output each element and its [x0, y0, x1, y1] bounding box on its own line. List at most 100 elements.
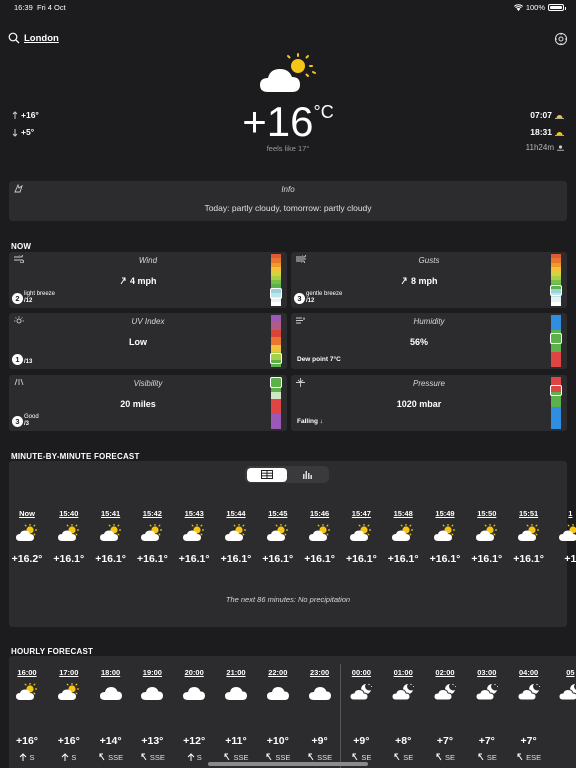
visibility-badge: 3 Good/3 [12, 414, 39, 427]
minute-time: 15:46 [310, 509, 330, 518]
hourly-temp: +7° [478, 735, 495, 747]
gusts-scale [550, 254, 562, 306]
scale-marker [550, 385, 562, 397]
scale-segment [271, 406, 281, 415]
hourly-temp: +14° [99, 735, 122, 747]
visibility-value: 20 miles [120, 399, 156, 409]
hourly-temp: +11° [225, 735, 247, 747]
partly-cloudy-day-icon [391, 523, 415, 542]
minute-column: 15:42 +16.1° [132, 509, 172, 565]
sunset-time: 18:31 [530, 127, 552, 137]
uv-card[interactable]: UV Index Low 1 /13 [9, 313, 287, 369]
gusts-beaufort-scale: /12 [306, 297, 315, 304]
view-toggle[interactable] [245, 466, 329, 483]
minute-time: 1 [568, 509, 573, 518]
minute-section-title: MINUTE-BY-MINUTE FORECAST [11, 452, 140, 461]
partly-cloudy-day-icon [475, 523, 499, 542]
minute-temp: +16.1° [262, 553, 294, 565]
partly-cloudy-day-icon [224, 523, 248, 542]
minute-temp: +16.1° [513, 553, 544, 565]
info-card[interactable]: Info Today: partly cloudy, tomorrow: par… [9, 181, 567, 221]
status-bar: 16:39 Fri 4 Oct 100% [0, 0, 576, 16]
partly-cloudy-night-icon [433, 683, 457, 701]
table-view-button[interactable] [246, 467, 287, 482]
gusts-beaufort-desc: gentle breeze [306, 291, 343, 297]
scale-segment [271, 329, 281, 338]
partly-cloudy-night-icon [517, 683, 541, 701]
hourly-column: 16:00 +16° S [9, 668, 47, 762]
hourly-time: 19:00 [142, 668, 162, 677]
location-name: London [24, 32, 59, 44]
scale-segment [551, 377, 561, 385]
minute-column: 15:48 +16.1° [383, 509, 423, 565]
scale-segment [271, 399, 281, 407]
hourly-column: 01:00 +8° SE [383, 668, 423, 762]
hourly-temp: +7° [520, 735, 537, 747]
hourly-time: 23:00 [310, 668, 330, 677]
gusts-beaufort-badge: 3 gentle breeze/12 [294, 291, 342, 304]
hourly-wind: S [174, 753, 214, 762]
wind-beaufort-badge: 2 light breeze/12 [12, 291, 55, 304]
location-search-button[interactable]: London [8, 32, 59, 44]
scale-segment [271, 421, 281, 429]
wind-direction-icon [477, 753, 485, 762]
home-indicator[interactable] [208, 762, 368, 766]
hourly-section-title: HOURLY FORECAST [11, 647, 94, 656]
battery-percent: 100% [525, 3, 545, 12]
gear-icon[interactable] [554, 32, 568, 46]
partly-cloudy-day-icon [57, 523, 81, 542]
hourly-time: 16:00 [17, 668, 37, 677]
cloud-icon [140, 683, 164, 701]
humidity-scale [550, 315, 562, 367]
minute-column: 15:45 +16.1° [258, 509, 298, 565]
partly-cloudy-day-icon [140, 523, 164, 542]
search-icon [8, 32, 20, 44]
partly-cloudy-day-icon [558, 523, 576, 542]
gusts-card[interactable]: Gusts 8 mph 3 gentle breeze/12 [291, 252, 567, 308]
humidity-card[interactable]: Humidity 56% Dew point 7°C [291, 313, 567, 369]
uv-value: Low [129, 337, 147, 347]
pressure-card[interactable]: Pressure 1020 mbar Falling ↓ [291, 375, 567, 431]
hourly-column: 04:00 +7° ESE [509, 668, 549, 762]
wind-card[interactable]: Wind 4 mph 2 light breeze/12 [9, 252, 287, 308]
scale-marker [270, 377, 282, 388]
visibility-title: Visibility [133, 379, 163, 388]
uv-index-scale: /13 [24, 358, 33, 365]
hourly-wind: SSE [300, 753, 340, 762]
gusts-direction-icon [402, 277, 407, 285]
hourly-time: 04:00 [519, 668, 539, 677]
hourly-wind-direction: S [196, 753, 202, 762]
visibility-card[interactable]: Visibility 20 miles 3 Good/3 [9, 375, 287, 431]
hourly-time: 22:00 [268, 668, 288, 677]
scale-marker [550, 333, 562, 345]
wind-direction-icon [61, 753, 69, 762]
table-icon [260, 470, 273, 479]
hourly-column: 00:00 +9° SE [341, 668, 381, 762]
thermometer-low-icon [12, 128, 18, 137]
scale-segment [551, 399, 561, 407]
hourly-time: 02:00 [435, 668, 455, 677]
gusts-beaufort-number: 3 [294, 293, 305, 304]
wifi-icon [513, 4, 523, 11]
partly-cloudy-night-icon [391, 683, 415, 701]
chart-view-button[interactable] [287, 468, 328, 482]
scale-marker [270, 288, 282, 300]
minute-time: 15:50 [477, 509, 497, 518]
minute-temp: +16.1° [387, 553, 419, 565]
feels-like: feels like 17° [266, 144, 310, 153]
temp-low-value: +5° [21, 127, 35, 137]
minute-time: 15:40 [59, 509, 79, 518]
hourly-wind-direction: SSE [149, 753, 165, 762]
minute-time: 15:49 [435, 509, 455, 518]
now-section-title: NOW [11, 242, 32, 251]
hourly-time: 05 [566, 668, 575, 677]
pressure-scale [550, 377, 562, 429]
hourly-temp: +16° [15, 735, 38, 747]
partly-cloudy-day-icon [266, 523, 290, 542]
hourly-forecast-card[interactable]: 16:00 +16° S 17:00 +16° S 18:00 +14° SSE 19:00… [9, 656, 576, 768]
wind-scale [270, 254, 282, 306]
uv-index-number: 1 [12, 354, 23, 365]
uv-scale [270, 315, 282, 367]
scale-segment [551, 414, 561, 422]
wind-direction-icon [19, 753, 27, 762]
